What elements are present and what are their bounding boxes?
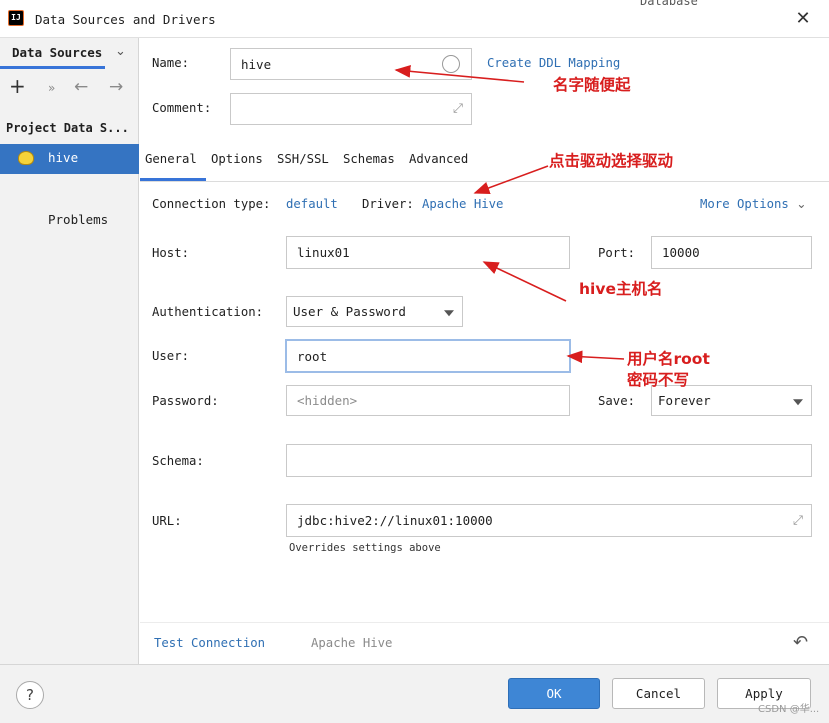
annotation-name: 名字随便起	[553, 76, 631, 94]
annotation-arrow-host	[482, 261, 567, 302]
annotation-arrow-name	[394, 64, 525, 83]
annotation-driver: 点击驱动选择驱动	[549, 152, 674, 170]
annotation-arrow-driver	[473, 165, 549, 195]
annotation-user: 用户名root	[627, 350, 710, 368]
annotation-host: hive主机名	[579, 280, 663, 298]
annotation-arrow-user	[566, 350, 625, 364]
annotation-password: 密码不写	[627, 371, 690, 389]
